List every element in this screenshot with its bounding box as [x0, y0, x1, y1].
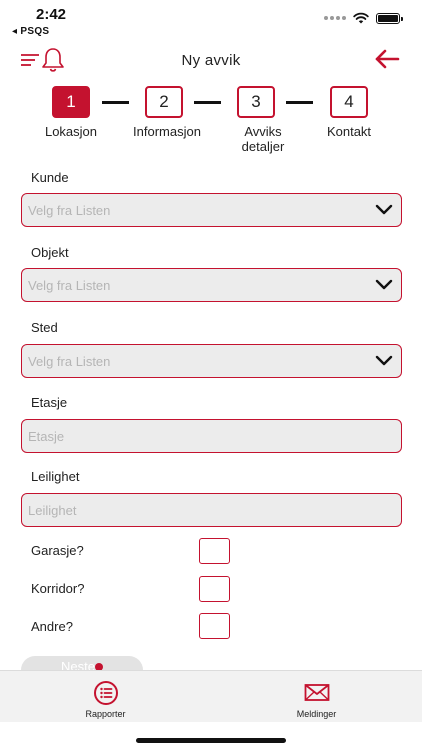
envelope-icon: [304, 684, 329, 701]
status-indicators: [324, 12, 403, 24]
step-connector: [286, 101, 313, 104]
tab-meldinger[interactable]: Meldinger: [211, 671, 422, 723]
back-to-app-link[interactable]: ◂ PSQS: [12, 26, 49, 37]
etasje-input[interactable]: [21, 419, 402, 453]
step-connector: [194, 101, 221, 104]
step-2-label: Informasjon: [133, 124, 201, 139]
chevron-down-icon: [375, 204, 393, 215]
korridor-checkbox[interactable]: [199, 576, 230, 602]
step-1[interactable]: 1: [52, 86, 90, 118]
chevron-down-icon: [375, 355, 393, 366]
status-bar: 2:42 ◂ PSQS: [0, 0, 422, 40]
step-2[interactable]: 2: [145, 86, 183, 118]
arrow-left-icon: [375, 49, 400, 69]
step-3[interactable]: 3: [237, 86, 275, 118]
step-3-label: Avviks detaljer: [241, 124, 285, 154]
korridor-label: Korridor?: [31, 581, 85, 596]
andre-label: Andre?: [31, 619, 73, 634]
signal-icon: [324, 16, 346, 20]
kunde-select-placeholder: Velg fra Listen: [28, 203, 111, 218]
step-4[interactable]: 4: [330, 86, 368, 118]
tab-meldinger-label: Meldinger: [296, 709, 337, 719]
list-icon: [93, 681, 118, 705]
home-indicator: [136, 738, 286, 743]
battery-icon: [376, 12, 403, 24]
kunde-label: Kunde: [31, 170, 69, 185]
step-indicator: 1 2 3 4 Lokasjon Informasjon Avviks deta…: [0, 86, 422, 156]
step-4-label: Kontakt: [326, 124, 372, 139]
garasje-label: Garasje?: [31, 543, 84, 558]
leilighet-input[interactable]: [21, 493, 402, 527]
status-time: 2:42: [36, 6, 67, 23]
sted-select[interactable]: Velg fra Listen: [21, 344, 402, 378]
back-button[interactable]: [374, 48, 400, 70]
tab-bar: Rapporter Meldinger: [0, 670, 422, 722]
tab-rapporter[interactable]: Rapporter: [0, 671, 211, 723]
kunde-select[interactable]: Velg fra Listen: [21, 193, 402, 227]
objekt-label: Objekt: [31, 245, 69, 260]
andre-checkbox[interactable]: [199, 613, 230, 639]
objekt-select[interactable]: Velg fra Listen: [21, 268, 402, 302]
sted-select-placeholder: Velg fra Listen: [28, 354, 111, 369]
app-header: Ny avvik: [0, 40, 422, 80]
step-1-label: Lokasjon: [44, 124, 98, 139]
objekt-select-placeholder: Velg fra Listen: [28, 278, 111, 293]
step-connector: [102, 101, 129, 104]
page-title: Ny avvik: [181, 52, 241, 69]
sted-label: Sted: [31, 320, 58, 335]
leilighet-label: Leilighet: [31, 469, 80, 484]
tab-rapporter-label: Rapporter: [85, 709, 126, 719]
garasje-checkbox[interactable]: [199, 538, 230, 564]
chevron-down-icon: [375, 279, 393, 290]
etasje-label: Etasje: [31, 395, 68, 410]
wifi-icon: [353, 12, 369, 24]
